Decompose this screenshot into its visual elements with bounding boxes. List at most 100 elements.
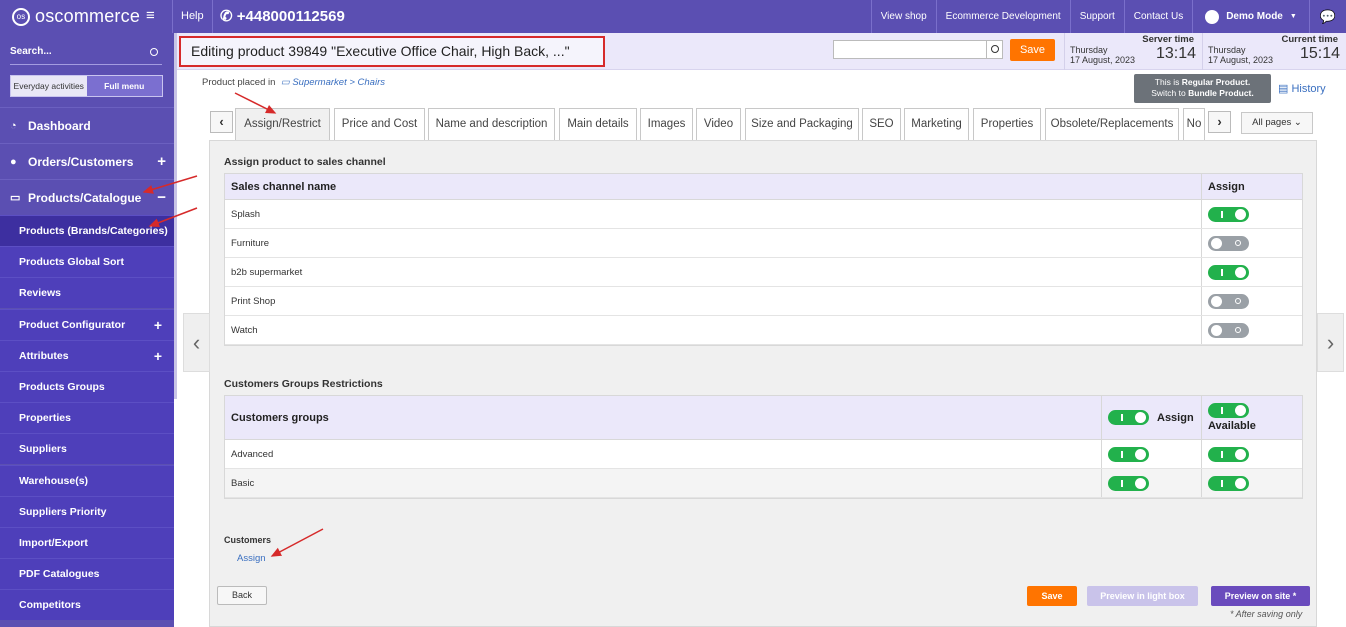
assign-toggle[interactable] bbox=[1208, 293, 1249, 309]
sidebar-subitem[interactable]: Attributes + bbox=[0, 340, 174, 371]
assign-toggle[interactable] bbox=[1208, 206, 1249, 222]
menu-mode-toggle: Everyday activities Full menu bbox=[10, 75, 163, 97]
expand-icon[interactable]: + bbox=[154, 317, 162, 333]
preview-on-site-button[interactable]: Preview on site * bbox=[1211, 586, 1310, 606]
sidebar-subitem[interactable]: Reviews bbox=[0, 277, 174, 308]
save-button[interactable]: Save bbox=[1027, 586, 1077, 606]
ecommerce-development-link[interactable]: Ecommerce Development bbox=[935, 0, 1070, 33]
tab-video[interactable]: Video bbox=[696, 108, 741, 140]
header-search-input[interactable] bbox=[833, 40, 1003, 59]
chat-icon[interactable]: 💬 bbox=[1308, 0, 1346, 33]
sidebar-scrollbar[interactable] bbox=[174, 33, 177, 399]
header-save-button[interactable]: Save bbox=[1010, 39, 1055, 61]
all-pages-dropdown[interactable]: All pages ⌄ bbox=[1241, 112, 1313, 134]
search-icon[interactable] bbox=[150, 48, 158, 56]
product-placement: Product placed in ▭ Supermarket > Chairs bbox=[202, 77, 385, 88]
assign-toggle[interactable] bbox=[1208, 235, 1249, 251]
tab-partial[interactable]: No bbox=[1183, 108, 1205, 140]
tabs-prev-button[interactable]: ‹ bbox=[210, 111, 233, 133]
tab-main-details[interactable]: Main details bbox=[559, 108, 637, 140]
table-row: Splash bbox=[225, 200, 1302, 229]
product-type-switch[interactable]: This is Regular Product. Switch to Bundl… bbox=[1134, 74, 1271, 103]
sidebar-item-label: Products Global Sort bbox=[19, 256, 125, 268]
customer-groups-table: Customers groups Assign Available Advanc… bbox=[224, 395, 1303, 499]
history-link[interactable]: ▤ History bbox=[1278, 82, 1326, 95]
sidebar-subitem[interactable]: Import/Export bbox=[0, 527, 174, 558]
column-header: Assign bbox=[1157, 411, 1194, 424]
customers-assign-link[interactable]: Assign bbox=[237, 553, 266, 564]
assign-all-toggle[interactable] bbox=[1108, 410, 1149, 425]
sales-channel-name: Print Shop bbox=[225, 287, 1202, 315]
sidebar-subitem[interactable]: Products Global Sort bbox=[0, 246, 174, 277]
tab-images[interactable]: Images bbox=[640, 108, 693, 140]
sales-channel-name: Furniture bbox=[225, 229, 1202, 257]
sidebar-item-orders-customers[interactable]: ● Orders/Customers + bbox=[0, 143, 174, 179]
collapse-icon[interactable]: − bbox=[157, 189, 166, 206]
tab-price-and-cost[interactable]: Price and Cost bbox=[334, 108, 425, 140]
tab-assign-restrict[interactable]: Assign/Restrict bbox=[235, 108, 330, 140]
table-row: b2b supermarket bbox=[225, 258, 1302, 287]
tab-marketing[interactable]: Marketing bbox=[904, 108, 969, 140]
sidebar-subitem[interactable]: Products Groups bbox=[0, 371, 174, 402]
sidebar-search[interactable]: Search... bbox=[10, 43, 162, 65]
assign-toggle[interactable] bbox=[1208, 322, 1249, 338]
preview-lightbox-button[interactable]: Preview in light box bbox=[1087, 586, 1198, 606]
users-icon: ● bbox=[10, 155, 17, 168]
chevron-right-icon[interactable]: › bbox=[1317, 313, 1344, 372]
tab-seo[interactable]: SEO bbox=[862, 108, 901, 140]
available-toggle[interactable] bbox=[1208, 475, 1249, 491]
search-icon[interactable] bbox=[986, 41, 1002, 58]
avatar bbox=[1205, 9, 1220, 24]
table-header: Customers groups Assign Available bbox=[225, 396, 1302, 440]
assign-toggle[interactable] bbox=[1108, 475, 1149, 491]
available-all-header: Available bbox=[1202, 396, 1302, 439]
assign-toggle[interactable] bbox=[1208, 264, 1249, 280]
phone-number[interactable]: ✆ +448000112569 bbox=[220, 0, 345, 33]
contact-us-link[interactable]: Contact Us bbox=[1123, 0, 1192, 33]
sidebar-item-label: Products Groups bbox=[19, 381, 105, 393]
sidebar-subitem[interactable]: PDF Catalogues bbox=[0, 558, 174, 589]
sales-channel-name: Watch bbox=[225, 316, 1202, 344]
folder-icon: ▭ bbox=[278, 77, 293, 88]
tab-name-and-description[interactable]: Name and description bbox=[428, 108, 555, 140]
sidebar-subitem[interactable]: Product Configurator + bbox=[0, 309, 174, 340]
full-menu-toggle[interactable]: Full menu bbox=[86, 76, 162, 96]
sidebar-subitem[interactable]: Suppliers bbox=[0, 433, 174, 464]
tab-properties[interactable]: Properties bbox=[973, 108, 1041, 140]
logo[interactable]: os oscommerce bbox=[0, 0, 170, 33]
sidebar-subitem[interactable]: Products (Brands/Categories) bbox=[0, 215, 174, 246]
support-link[interactable]: Support bbox=[1069, 0, 1124, 33]
everyday-activities-toggle[interactable]: Everyday activities bbox=[11, 76, 87, 96]
phone-icon: ✆ bbox=[220, 8, 237, 25]
placement-prefix: Product placed in bbox=[202, 77, 276, 88]
user-menu[interactable]: Demo Mode ▼ bbox=[1192, 0, 1309, 33]
tab-obsolete-replacements[interactable]: Obsolete/Replacements bbox=[1045, 108, 1179, 140]
assign-toggle[interactable] bbox=[1108, 446, 1149, 462]
tabs-next-button[interactable]: › bbox=[1208, 111, 1231, 133]
document-icon: ▤ bbox=[1278, 83, 1292, 95]
table-row: Furniture bbox=[225, 229, 1302, 258]
chevron-down-icon: ▼ bbox=[1289, 13, 1297, 20]
sidebar-item-products-catalogue[interactable]: ▭ Products/Catalogue − bbox=[0, 179, 174, 215]
available-all-toggle[interactable] bbox=[1208, 403, 1249, 418]
expand-icon[interactable]: + bbox=[154, 348, 162, 364]
back-button[interactable]: Back bbox=[217, 586, 267, 605]
sidebar-item-dashboard[interactable]: ◔ Dashboard bbox=[0, 107, 174, 143]
sidebar-item-label: Competitors bbox=[19, 599, 81, 611]
sidebar-subitem[interactable]: Suppliers Priority bbox=[0, 496, 174, 527]
sidebar-subitem[interactable]: Properties bbox=[0, 402, 174, 433]
sidebar-subitem[interactable]: Warehouse(s) bbox=[0, 465, 174, 496]
sidebar-item-label: Orders/Customers bbox=[28, 154, 134, 169]
category-path-link[interactable]: Supermarket > Chairs bbox=[292, 77, 385, 88]
tab-size-and-packaging[interactable]: Size and Packaging bbox=[745, 108, 859, 140]
view-shop-link[interactable]: View shop bbox=[870, 0, 936, 33]
phone-number-text: +448000112569 bbox=[236, 8, 345, 25]
help-link[interactable]: Help bbox=[172, 0, 213, 33]
assign-cell bbox=[1202, 200, 1302, 228]
current-time-value: 15:14 bbox=[1299, 45, 1340, 62]
available-toggle[interactable] bbox=[1208, 446, 1249, 462]
sidebar-subitem[interactable]: Competitors bbox=[0, 589, 174, 620]
expand-icon[interactable]: + bbox=[157, 153, 166, 170]
chevron-left-icon[interactable]: ‹ bbox=[183, 313, 210, 372]
menu-toggle-icon[interactable]: ≡ bbox=[146, 8, 160, 24]
